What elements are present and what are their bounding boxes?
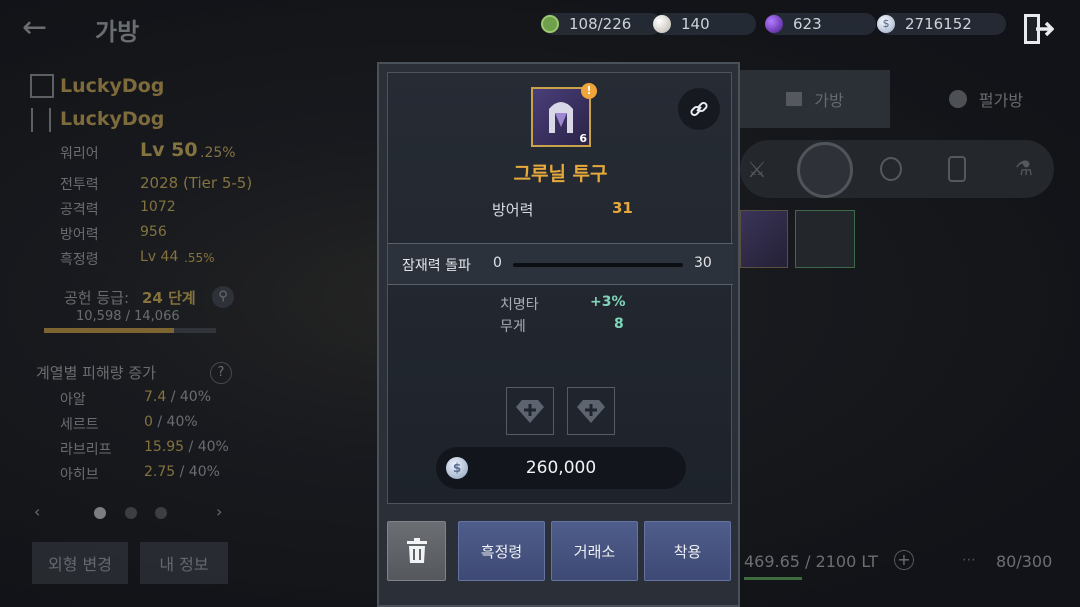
level-percent: .25%: [200, 145, 236, 161]
damage-row-value: 7.4: [144, 389, 167, 405]
sell-price: 260,000: [525, 458, 597, 478]
potion-weight-icon: [541, 15, 559, 33]
option-label: 무게: [500, 319, 526, 335]
inventory-slot-helmet[interactable]: [740, 210, 788, 268]
page-prev-icon[interactable]: ‹: [34, 502, 40, 521]
potential-progress-bar: [513, 263, 683, 267]
potential-max: 30: [694, 255, 712, 271]
trash-icon: [406, 538, 427, 563]
page-dot[interactable]: [155, 507, 167, 519]
option-value: +3%: [590, 294, 626, 310]
search-icon[interactable]: ⚲: [212, 286, 234, 308]
silver-coin-icon: $: [877, 15, 895, 33]
damage-row-max: / 40%: [175, 464, 220, 480]
sell-price-pill: $ 260,000: [436, 447, 686, 489]
resource-pearl-value: 140: [681, 15, 710, 33]
item-name: 그루닐 투구: [513, 163, 608, 185]
class-label: 워리어: [60, 146, 99, 162]
exit-icon[interactable]: [1022, 12, 1054, 46]
potential-breakthrough-row: 잠재력 돌파 0 30: [388, 244, 733, 284]
pearl-icon: [653, 15, 671, 33]
family-name: LuckyDog: [60, 75, 165, 97]
slot-count: 80/300: [996, 552, 1053, 571]
add-crystal-socket-2[interactable]: [567, 387, 615, 435]
weight-text: 469.65 / 2100 LT: [744, 552, 878, 571]
weapon-category-icon[interactable]: ⚔: [747, 158, 767, 183]
back-arrow-icon[interactable]: ←: [22, 10, 47, 45]
help-icon[interactable]: ?: [210, 362, 232, 384]
resource-weight-value: 108/226: [569, 15, 632, 33]
inventory-slot-gloves[interactable]: [795, 210, 855, 268]
tab-pearl-bag-label: 펄가방: [978, 91, 1024, 110]
discard-button[interactable]: [387, 521, 446, 581]
grid-icon: ⋯: [962, 552, 976, 568]
helmet-item-icon: ! 6: [531, 83, 597, 147]
stat-value: Lv 44: [140, 249, 179, 265]
appearance-change-button[interactable]: 외형 변경: [32, 542, 128, 584]
add-weight-icon[interactable]: +: [894, 550, 914, 570]
stat-value: 956: [140, 224, 167, 240]
crystal-add-icon: [516, 400, 544, 423]
option-value: 8: [614, 316, 624, 332]
purple-orb-icon: [765, 15, 783, 33]
contribution-value: 24 단계: [142, 289, 196, 307]
contribution-progress-fill: [44, 328, 174, 333]
damage-section-title: 계열별 피해량 증가: [36, 364, 156, 382]
bag-icon: [786, 92, 803, 106]
class-emblem-icon: [31, 108, 51, 132]
damage-row-max: / 40%: [152, 414, 198, 430]
market-button[interactable]: 거래소: [551, 521, 638, 581]
black-spirit-button[interactable]: 흑정령: [458, 521, 545, 581]
accessory-category-icon[interactable]: [880, 157, 902, 181]
alert-icon: !: [581, 83, 597, 99]
level-value: Lv 50: [140, 139, 198, 161]
my-info-button[interactable]: 내 정보: [140, 542, 228, 584]
potential-label: 잠재력 돌파: [402, 258, 471, 274]
tab-bag[interactable]: 가방: [740, 70, 890, 128]
resource-silver: $ 2716152: [877, 13, 1006, 35]
stat-value: 1072: [140, 199, 176, 215]
stat-value: 2028 (Tier 5-5): [140, 174, 253, 192]
damage-row-value: 15.95: [144, 439, 185, 455]
potential-min: 0: [493, 255, 502, 271]
damage-row-value: 0: [144, 414, 153, 430]
pearl-bag-icon: [948, 90, 967, 108]
resource-orb: 623: [765, 13, 876, 35]
contribution-progress-bar: [44, 328, 216, 333]
resource-pearl: 140: [653, 13, 756, 35]
defense-label: 방어력: [492, 201, 534, 219]
weight-bar: [744, 577, 802, 580]
resource-silver-value: 2716152: [905, 15, 972, 33]
defense-value: 31: [612, 199, 633, 217]
damage-row-max: / 40%: [184, 439, 229, 455]
damage-row-max: / 40%: [166, 389, 211, 405]
stat-sub-value: .55%: [184, 251, 215, 265]
tab-bag-label: 가방: [814, 91, 844, 110]
damage-row-value: 2.75: [144, 464, 176, 480]
divider: [388, 284, 733, 285]
crystal-add-icon: [577, 400, 605, 423]
equip-button[interactable]: 착용: [644, 521, 731, 581]
character-name: LuckyDog: [60, 108, 165, 130]
resource-weight: 108/226: [541, 13, 662, 35]
item-detail-popup: ! 6 그루닐 투구 방어력 31 잠재력 돌파 0 30 치명타 +3% 무게…: [377, 62, 740, 607]
resource-orb-value: 623: [793, 15, 822, 33]
add-crystal-socket-1[interactable]: [506, 387, 554, 435]
potion-category-icon[interactable]: ⚗: [1015, 156, 1033, 180]
page-next-icon[interactable]: ›: [216, 502, 222, 521]
item-detail-card: ! 6 그루닐 투구 방어력 31 잠재력 돌파 0 30 치명타 +3% 무게…: [387, 72, 733, 504]
link-icon[interactable]: [678, 88, 720, 130]
tab-pearl-bag[interactable]: 펄가방: [892, 70, 1080, 128]
page-dot-active[interactable]: [94, 507, 106, 519]
option-label: 치명타: [500, 297, 539, 313]
page-dot[interactable]: [125, 507, 137, 519]
page-title: 가방: [95, 18, 140, 46]
contribution-label: 공헌 등급:: [64, 289, 130, 307]
gem-category-icon[interactable]: [948, 156, 966, 182]
family-crest-icon: [30, 74, 54, 98]
enhance-level: 6: [579, 132, 587, 145]
armor-category-icon[interactable]: [797, 142, 853, 198]
contribution-exp: 10,598 / 14,066: [76, 309, 180, 324]
